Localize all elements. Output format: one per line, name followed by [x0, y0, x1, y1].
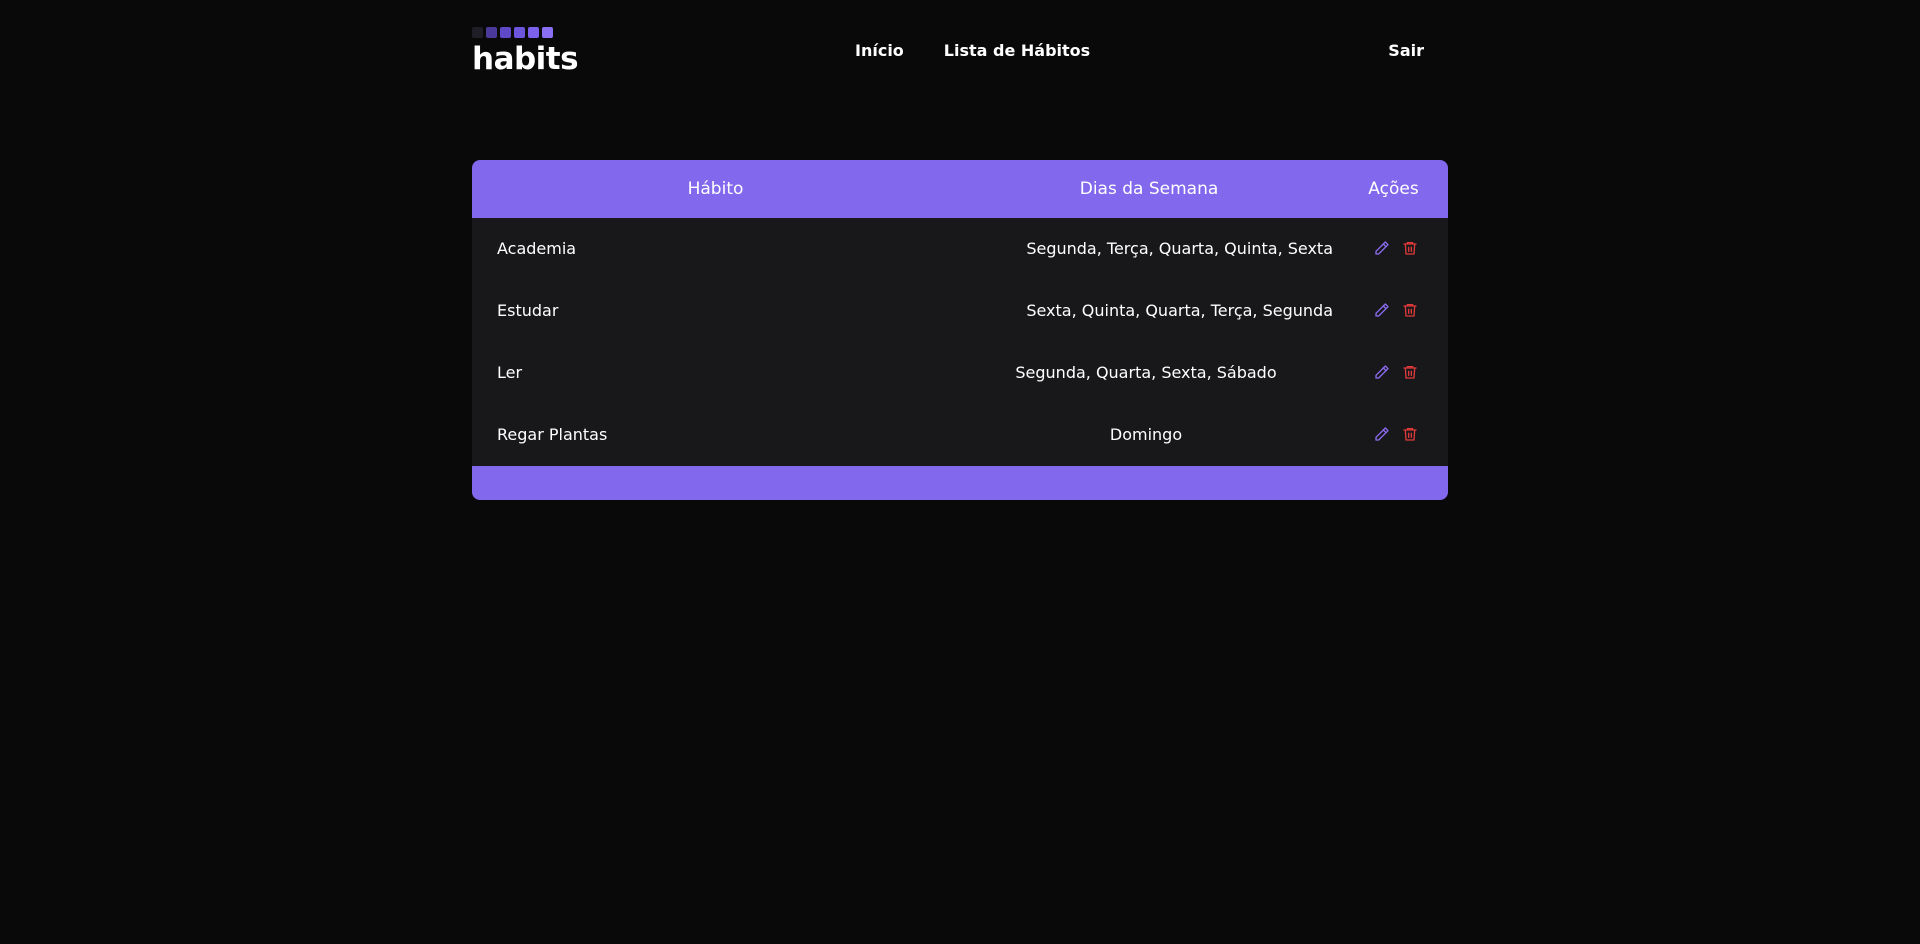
table-footer [472, 466, 1448, 500]
delete-button[interactable] [1400, 300, 1420, 320]
delete-button[interactable] [1400, 424, 1420, 444]
table-row: Estudar Sexta, Quinta, Quarta, Terça, Se… [472, 280, 1448, 342]
habits-table: Hábito Dias da Semana Ações Academia Seg… [472, 160, 1448, 500]
table-header: Hábito Dias da Semana Ações [472, 160, 1448, 218]
habit-days: Segunda, Terça, Quarta, Quinta, Sexta [1026, 239, 1333, 258]
habit-name: Ler [497, 363, 523, 382]
habit-name: Estudar [497, 301, 559, 320]
logo-square [542, 27, 553, 38]
delete-button[interactable] [1400, 362, 1420, 382]
habit-days: Sexta, Quinta, Quarta, Terça, Segunda [1026, 301, 1333, 320]
habit-name: Regar Plantas [497, 425, 608, 444]
pencil-icon [1375, 427, 1389, 441]
edit-button[interactable] [1372, 424, 1392, 444]
logo[interactable]: habits [472, 27, 579, 75]
table-row: Ler Segunda, Quarta, Sexta, Sábado [472, 342, 1448, 404]
pencil-icon [1375, 241, 1389, 255]
column-header-habit: Hábito [687, 179, 744, 199]
row-actions [1372, 300, 1420, 320]
nav-link-inicio[interactable]: Início [855, 41, 904, 60]
table-row: Academia Segunda, Terça, Quarta, Quinta,… [472, 218, 1448, 280]
nav-link-lista-de-habitos[interactable]: Lista de Hábitos [944, 41, 1090, 60]
edit-button[interactable] [1372, 238, 1392, 258]
row-actions [1372, 424, 1420, 444]
row-actions [1372, 362, 1420, 382]
main-nav: Início Lista de Hábitos [855, 41, 1090, 60]
pencil-icon [1375, 365, 1389, 379]
page: habits Início Lista de Hábitos Sair Hábi… [0, 0, 1920, 944]
logo-square [486, 27, 497, 38]
table-body: Academia Segunda, Terça, Quarta, Quinta,… [472, 218, 1448, 466]
table-row: Regar Plantas Domingo [472, 404, 1448, 466]
delete-button[interactable] [1400, 238, 1420, 258]
logo-squares [472, 27, 553, 38]
column-header-actions: Ações [1368, 179, 1419, 199]
edit-button[interactable] [1372, 300, 1392, 320]
edit-button[interactable] [1372, 362, 1392, 382]
column-header-days: Dias da Semana [1079, 179, 1219, 199]
habit-days: Domingo [1109, 425, 1183, 444]
row-actions [1372, 238, 1420, 258]
logo-square [500, 27, 511, 38]
trash-icon [1403, 304, 1417, 317]
logout-link[interactable]: Sair [1388, 41, 1424, 60]
trash-icon [1403, 242, 1417, 255]
trash-icon [1403, 428, 1417, 441]
logo-square [528, 27, 539, 38]
logo-square [472, 27, 483, 38]
habit-name: Academia [497, 239, 577, 258]
pencil-icon [1375, 303, 1389, 317]
habit-days: Segunda, Quarta, Sexta, Sábado [1015, 363, 1277, 382]
top-header: habits Início Lista de Hábitos Sair [472, 27, 1448, 87]
logo-square [514, 27, 525, 38]
trash-icon [1403, 366, 1417, 379]
logo-text: habits [472, 41, 579, 77]
